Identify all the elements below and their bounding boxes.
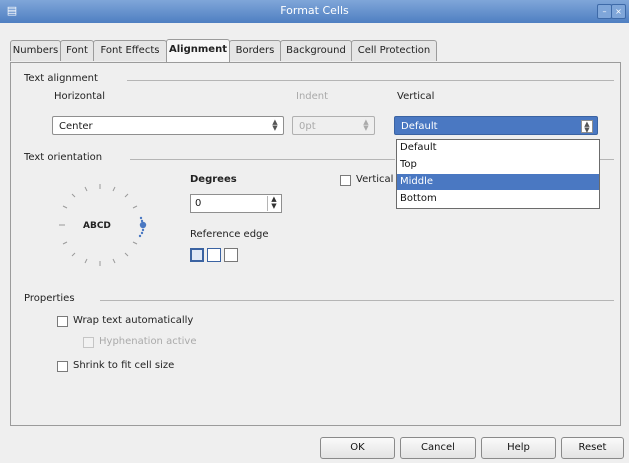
title-bar[interactable]: ▤ Format Cells – × bbox=[0, 0, 629, 23]
shrink-to-fit-label: Shrink to fit cell size bbox=[73, 360, 175, 371]
tab-cell-protection[interactable]: Cell Protection bbox=[351, 40, 437, 61]
select-arrows-icon: ▲ ▼ bbox=[581, 120, 593, 134]
dial-handle[interactable] bbox=[139, 221, 147, 229]
help-button[interactable]: Help bbox=[481, 437, 556, 459]
text-orientation-heading: Text orientation bbox=[24, 152, 103, 163]
ref-edge-inside-icon[interactable] bbox=[224, 248, 238, 262]
vertical-option-middle[interactable]: Middle bbox=[397, 174, 599, 190]
close-icon[interactable]: × bbox=[611, 4, 626, 19]
degrees-value: 0 bbox=[195, 198, 202, 209]
tab-font-effects[interactable]: Font Effects bbox=[93, 40, 167, 61]
tab-alignment[interactable]: Alignment bbox=[166, 39, 230, 62]
select-arrows-icon: ▲ ▼ bbox=[272, 118, 278, 132]
orientation-dial[interactable]: ABCD bbox=[45, 180, 155, 270]
text-alignment-rule bbox=[127, 80, 614, 81]
properties-heading: Properties bbox=[24, 293, 75, 304]
indent-field[interactable]: 0pt ▲ ▼ bbox=[292, 116, 375, 135]
ref-edge-bottom-icon[interactable] bbox=[190, 248, 204, 262]
horizontal-label: Horizontal bbox=[54, 91, 106, 102]
spin-arrows-icon[interactable]: ▲ ▼ bbox=[267, 196, 280, 211]
tab-numbers[interactable]: Numbers bbox=[10, 40, 61, 61]
ref-edge-top-icon[interactable] bbox=[207, 248, 221, 262]
horizontal-select[interactable]: Center ▲ ▼ bbox=[52, 116, 284, 135]
hyphenation-label: Hyphenation active bbox=[99, 336, 197, 347]
horizontal-select-value: Center bbox=[59, 121, 93, 132]
text-orientation-rule bbox=[130, 159, 395, 160]
vertical-option-bottom[interactable]: Bottom bbox=[397, 191, 599, 207]
vertical-select-value: Default bbox=[401, 121, 438, 132]
wrap-text-checkbox[interactable] bbox=[57, 316, 68, 327]
reset-button[interactable]: Reset bbox=[561, 437, 624, 459]
cancel-button[interactable]: Cancel bbox=[400, 437, 476, 459]
vertical-dropdown-list: Default Top Middle Bottom bbox=[396, 139, 600, 209]
text-orientation-rule-end bbox=[600, 159, 614, 160]
vertical-select[interactable]: Default ▲ ▼ bbox=[394, 116, 598, 135]
vertical-label: Vertical bbox=[397, 91, 435, 102]
degrees-label: Degrees bbox=[190, 174, 237, 185]
spin-arrows-icon: ▲ ▼ bbox=[363, 118, 369, 132]
minimize-icon[interactable]: – bbox=[597, 4, 612, 19]
window-title: Format Cells bbox=[280, 4, 349, 17]
vertically-stacked-checkbox[interactable] bbox=[340, 175, 351, 186]
text-alignment-heading: Text alignment bbox=[24, 73, 98, 84]
reference-edge-label: Reference edge bbox=[190, 229, 269, 240]
tab-font[interactable]: Font bbox=[60, 40, 94, 61]
dial-sample-text: ABCD bbox=[83, 221, 111, 231]
tab-background[interactable]: Background bbox=[280, 40, 352, 61]
format-cells-dialog: ▤ Format Cells – × Numbers Font Font Eff… bbox=[0, 0, 629, 463]
vertically-stacked-label: Vertically stacked bbox=[356, 174, 394, 185]
tab-borders[interactable]: Borders bbox=[229, 40, 281, 61]
indent-label: Indent bbox=[296, 91, 329, 102]
properties-rule bbox=[100, 300, 614, 301]
indent-value: 0pt bbox=[299, 121, 316, 132]
wrap-text-label: Wrap text automatically bbox=[73, 315, 194, 326]
ok-button[interactable]: OK bbox=[320, 437, 395, 459]
hyphenation-checkbox bbox=[83, 337, 94, 348]
vertical-option-default[interactable]: Default bbox=[397, 140, 599, 156]
shrink-to-fit-checkbox[interactable] bbox=[57, 361, 68, 372]
degrees-field[interactable]: 0 ▲ ▼ bbox=[190, 194, 282, 213]
vertical-option-top[interactable]: Top bbox=[397, 157, 599, 173]
